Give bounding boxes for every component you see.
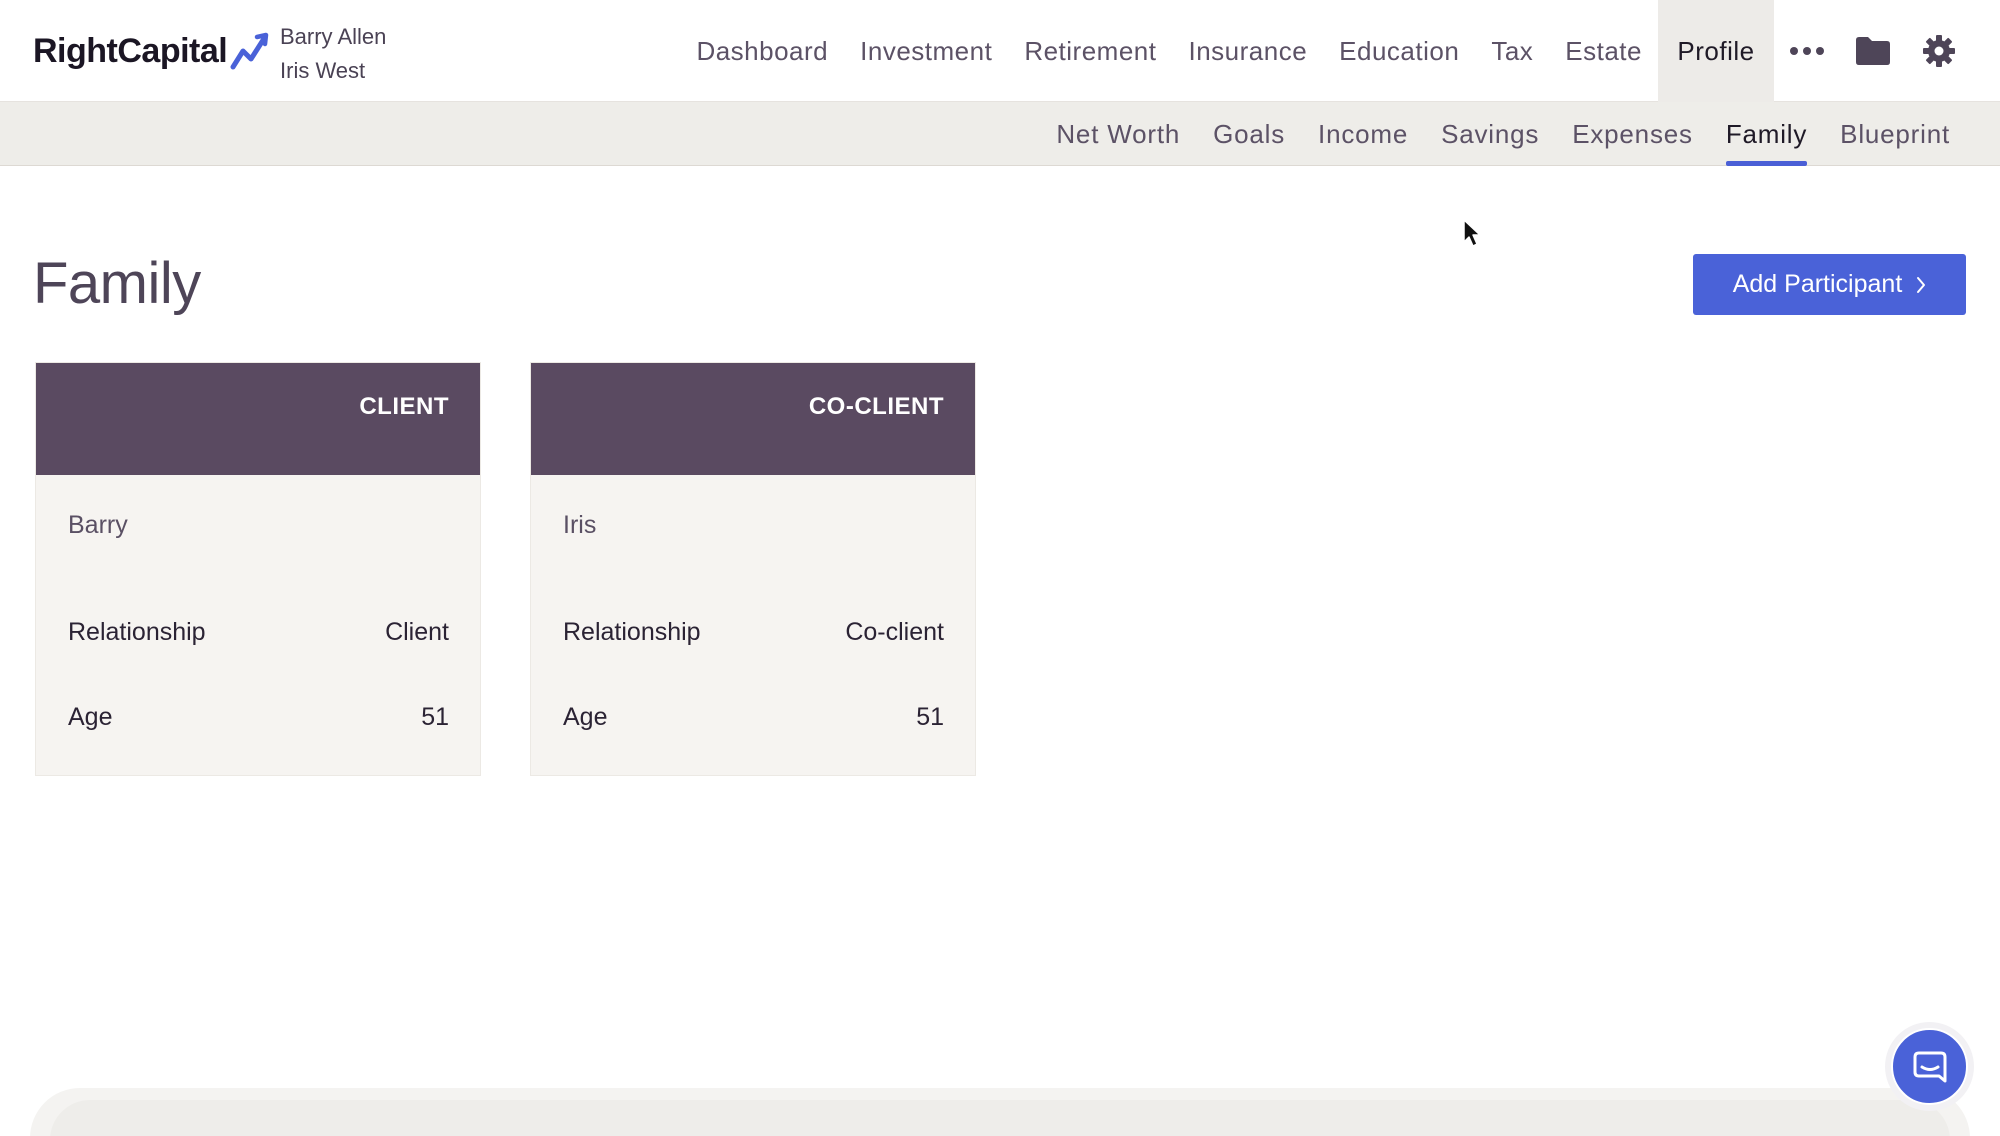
subnav-goals[interactable]: Goals xyxy=(1213,102,1285,166)
age-label: Age xyxy=(68,703,113,731)
age-value: 51 xyxy=(916,703,944,731)
sub-navigation-bar: Net Worth Goals Income Savings Expenses … xyxy=(0,102,2000,166)
subnav-income[interactable]: Income xyxy=(1318,102,1408,166)
chat-launcher-button[interactable] xyxy=(1891,1028,1968,1105)
client-name: Barry Allen xyxy=(280,24,387,49)
nav-investment[interactable]: Investment xyxy=(844,0,1008,102)
age-label: Age xyxy=(563,703,608,731)
main-nav: Dashboard Investment Retirement Insuranc… xyxy=(680,0,2000,102)
subnav-blueprint[interactable]: Blueprint xyxy=(1840,102,1950,166)
card-role: CO-CLIENT xyxy=(808,393,944,420)
more-icon[interactable] xyxy=(1774,0,1840,102)
client-names[interactable]: Barry Allen Iris West xyxy=(280,20,386,88)
nav-estate[interactable]: Estate xyxy=(1549,0,1658,102)
participant-name: Barry xyxy=(68,511,128,539)
age-value: 51 xyxy=(421,703,449,731)
top-navigation-bar: RightCapital Barry Allen Iris West Dashb… xyxy=(0,0,2000,102)
page-title: Family xyxy=(33,251,201,316)
add-participant-label: Add Participant xyxy=(1732,270,1903,298)
brand-name: RightCapital xyxy=(33,31,228,70)
card-header: CLIENT xyxy=(36,363,480,475)
rising-arrow-icon xyxy=(230,32,269,70)
nav-retirement[interactable]: Retirement xyxy=(1008,0,1172,102)
age-row: Age 51 xyxy=(68,703,449,732)
participant-card-client[interactable]: CLIENT Barry Relationship Client Age 51 xyxy=(35,362,481,776)
subnav-net-worth[interactable]: Net Worth xyxy=(1056,102,1180,166)
gear-icon[interactable] xyxy=(1906,0,1972,102)
nav-tax[interactable]: Tax xyxy=(1475,0,1549,102)
age-row: Age 51 xyxy=(563,703,944,732)
profile-subnav: Net Worth Goals Income Savings Expenses … xyxy=(1023,102,1950,166)
subnav-expenses[interactable]: Expenses xyxy=(1572,102,1693,166)
folder-icon[interactable] xyxy=(1840,0,1906,102)
chevron-right-icon xyxy=(1917,276,1926,293)
bottom-panel xyxy=(50,1100,1950,1136)
relationship-row: Relationship Client xyxy=(68,618,449,647)
co-client-name: Iris West xyxy=(280,58,366,83)
nav-profile[interactable]: Profile xyxy=(1658,0,1774,102)
relationship-label: Relationship xyxy=(68,618,206,646)
add-participant-button[interactable]: Add Participant xyxy=(1693,254,1966,315)
card-header: CO-CLIENT xyxy=(531,363,975,475)
relationship-value: Co-client xyxy=(845,618,944,646)
subnav-family[interactable]: Family xyxy=(1725,102,1808,166)
chat-icon xyxy=(1913,1051,1946,1082)
subnav-savings[interactable]: Savings xyxy=(1441,102,1539,166)
nav-insurance[interactable]: Insurance xyxy=(1172,0,1323,102)
nav-education[interactable]: Education xyxy=(1323,0,1475,102)
participant-card-co-client[interactable]: CO-CLIENT Iris Relationship Co-client Ag… xyxy=(530,362,976,776)
mouse-cursor-icon xyxy=(1463,219,1481,247)
brand-logo[interactable]: RightCapital xyxy=(33,28,273,74)
nav-dashboard[interactable]: Dashboard xyxy=(680,0,844,102)
relationship-row: Relationship Co-client xyxy=(563,618,944,647)
relationship-label: Relationship xyxy=(563,618,701,646)
card-role: CLIENT xyxy=(359,393,449,420)
relationship-value: Client xyxy=(385,618,449,646)
participant-name: Iris xyxy=(563,511,597,539)
